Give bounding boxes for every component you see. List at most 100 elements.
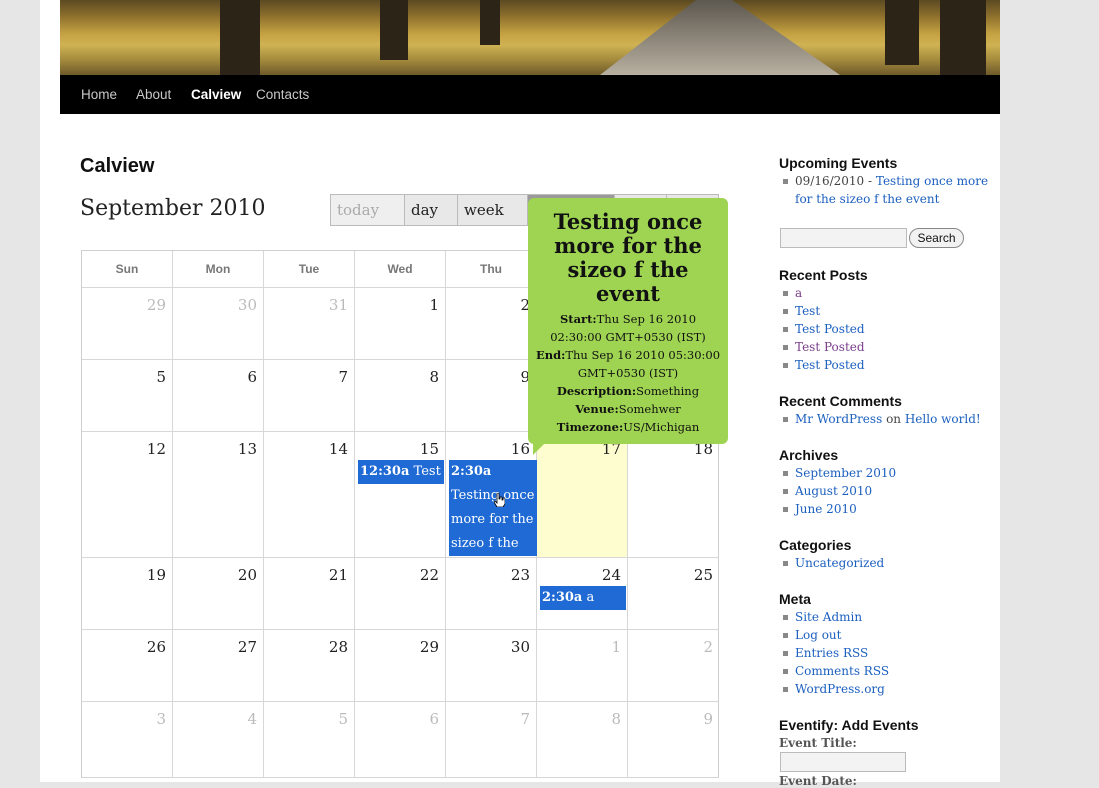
category-link[interactable]: Uncategorized (795, 556, 884, 570)
month-title: September 2010 (80, 196, 266, 221)
day-number: 16 (510, 440, 530, 458)
meta-heading: Meta (779, 591, 811, 607)
day-cell[interactable]: 29 (355, 630, 446, 702)
day-cell[interactable]: 8 (537, 702, 628, 778)
day-button[interactable]: day (404, 194, 458, 226)
day-cell[interactable]: 15 (355, 432, 446, 558)
tooltip-description: Description:Something (556, 384, 700, 398)
event-tooltip: Testing once more for the sizeo f the ev… (528, 198, 728, 444)
day-number: 29 (146, 296, 166, 314)
nav-contacts[interactable]: Contacts (256, 87, 309, 102)
weekday-tue: Tue (264, 251, 355, 288)
day-number: 7 (520, 710, 530, 728)
day-number: 1 (429, 296, 439, 314)
day-cell[interactable]: 2 (628, 630, 719, 702)
weekday-mon: Mon (173, 251, 264, 288)
search-input[interactable] (780, 228, 907, 248)
event-chip[interactable]: 2:30a Testing once more for the sizeo f … (449, 460, 537, 575)
day-cell[interactable]: 8 (355, 360, 446, 432)
meta-link[interactable]: Log out (795, 628, 841, 642)
meta-link[interactable]: Comments RSS (795, 664, 889, 678)
day-number: 6 (247, 368, 257, 386)
day-cell[interactable]: 13 (173, 432, 264, 558)
categories-heading: Categories (779, 537, 852, 553)
search-button[interactable]: Search (909, 228, 964, 248)
day-number: 29 (419, 638, 439, 656)
day-number: 19 (146, 566, 166, 584)
day-cell[interactable]: 9 (446, 360, 537, 432)
comment-author-link[interactable]: Mr WordPress (795, 412, 882, 426)
recent-post-link[interactable]: Test Posted (795, 322, 865, 336)
day-cell[interactable]: 27 (173, 630, 264, 702)
day-number: 14 (328, 440, 348, 458)
archive-link[interactable]: June 2010 (795, 502, 857, 516)
recent-post-link[interactable]: Test Posted (795, 358, 865, 372)
event-chip[interactable]: 12:30a Test (358, 460, 444, 484)
day-cell[interactable]: 7 (446, 702, 537, 778)
day-number: 20 (237, 566, 257, 584)
archive-link[interactable]: August 2010 (795, 484, 872, 498)
day-cell[interactable]: 6 (355, 702, 446, 778)
day-cell[interactable]: 25 (628, 558, 719, 630)
day-cell[interactable]: 2 (446, 288, 537, 360)
day-cell[interactable]: 14 (264, 432, 355, 558)
nav-calview[interactable]: Calview (191, 87, 241, 102)
week-button[interactable]: week (457, 194, 528, 226)
day-number: 27 (237, 638, 257, 656)
day-cell[interactable]: 1 (537, 630, 628, 702)
event-title-input[interactable] (780, 752, 906, 772)
page-title: Calview (80, 155, 155, 177)
day-cell[interactable]: 4 (173, 702, 264, 778)
day-number: 30 (237, 296, 257, 314)
day-cell[interactable]: 1 (355, 288, 446, 360)
day-number: 12 (146, 440, 166, 458)
nav-home[interactable]: Home (81, 87, 117, 102)
day-cell[interactable]: 20 (173, 558, 264, 630)
day-cell[interactable]: 7 (264, 360, 355, 432)
day-cell[interactable]: 18 (628, 432, 719, 558)
day-number: 3 (156, 710, 166, 728)
day-cell[interactable]: 19 (82, 558, 173, 630)
day-cell[interactable]: 6 (173, 360, 264, 432)
recent-comments-heading: Recent Comments (779, 393, 902, 409)
day-cell[interactable]: 30 (173, 288, 264, 360)
meta-link[interactable]: Site Admin (795, 610, 862, 624)
day-cell[interactable]: 5 (264, 702, 355, 778)
day-cell[interactable]: 26 (82, 630, 173, 702)
day-cell[interactable]: 3 (82, 702, 173, 778)
upcoming-event-date: 09/16/2010 - Testing once more (795, 174, 989, 188)
tooltip-start: Start:Thu Sep 16 2010 02:30:00 GMT+0530 … (550, 312, 706, 344)
tooltip-venue: Venue:Somehwer (575, 402, 681, 416)
day-cell[interactable]: 12 (82, 432, 173, 558)
day-cell[interactable]: 29 (82, 288, 173, 360)
day-cell[interactable]: 5 (82, 360, 173, 432)
recent-post-link[interactable]: a (795, 286, 802, 300)
event-chip[interactable]: 2:30a a (540, 586, 626, 610)
recent-post-link[interactable]: Test (795, 304, 820, 318)
day-cell[interactable]: 31 (264, 288, 355, 360)
day-number: 22 (419, 566, 439, 584)
upcoming-event-link[interactable]: for the sizeo f the event (795, 192, 939, 206)
day-cell[interactable]: 28 (264, 630, 355, 702)
day-number: 13 (237, 440, 257, 458)
upcoming-event-link[interactable]: Testing once more (876, 174, 988, 188)
day-cell[interactable]: 21 (264, 558, 355, 630)
day-cell[interactable]: 9 (628, 702, 719, 778)
list-bullet (783, 179, 788, 184)
day-number: 24 (601, 566, 621, 584)
nav-about[interactable]: About (136, 87, 171, 102)
recent-post-link[interactable]: Test Posted (795, 340, 865, 354)
today-button[interactable]: today (330, 194, 405, 226)
day-number: 2 (703, 638, 713, 656)
day-cell[interactable]: 22 (355, 558, 446, 630)
upcoming-events-heading: Upcoming Events (779, 155, 898, 171)
comment-post-link[interactable]: Hello world! (905, 412, 981, 426)
day-cell[interactable]: 30 (446, 630, 537, 702)
meta-link[interactable]: WordPress.org (795, 682, 885, 696)
event-title-label: Event Title: (779, 736, 857, 750)
day-number: 31 (328, 296, 348, 314)
day-number: 8 (429, 368, 439, 386)
archive-link[interactable]: September 2010 (795, 466, 896, 480)
day-number: 1 (611, 638, 621, 656)
meta-link[interactable]: Entries RSS (795, 646, 868, 660)
